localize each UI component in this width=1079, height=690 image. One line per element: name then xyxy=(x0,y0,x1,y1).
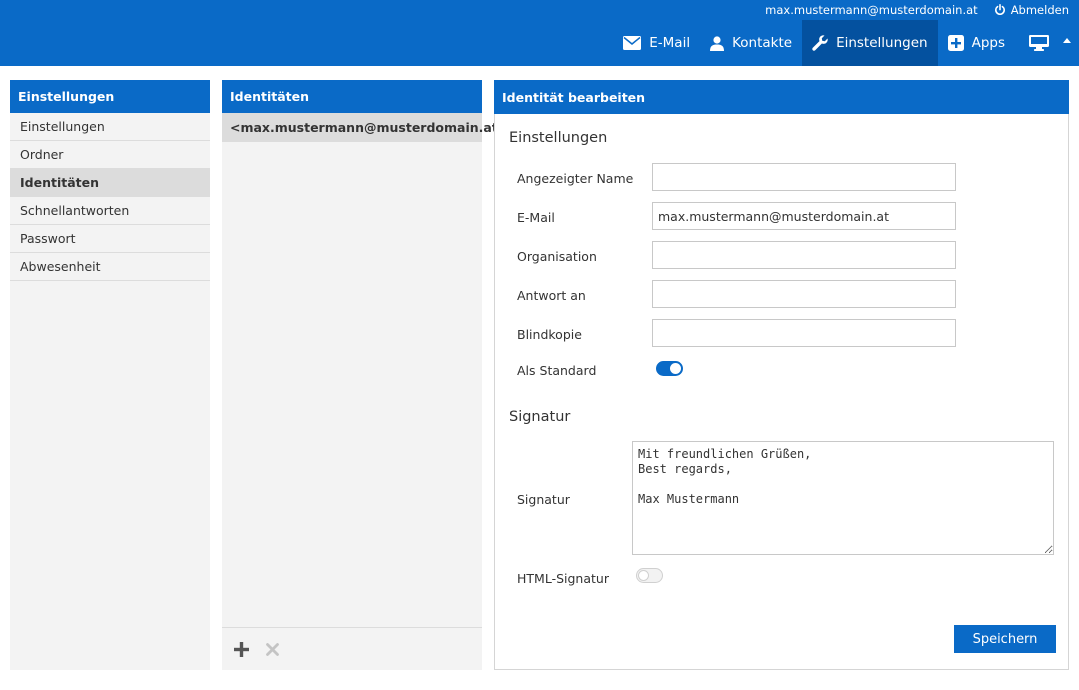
settings-sidebar: Einstellungen Einstellungen Ordner Ident… xyxy=(10,80,210,670)
settings-sidebar-title: Einstellungen xyxy=(10,80,210,113)
bcc-input[interactable] xyxy=(652,319,956,347)
logout-label: Abmelden xyxy=(1010,3,1069,17)
envelope-icon xyxy=(623,36,642,50)
nav-settings-label: Einstellungen xyxy=(836,35,928,51)
delete-identity-button[interactable] xyxy=(261,638,283,660)
bcc-label: Blindkopie xyxy=(517,327,582,342)
signature-label: Signatur xyxy=(517,492,570,507)
reply-to-label: Antwort an xyxy=(517,288,586,303)
signature-textarea[interactable]: Mit freundlichen Grüßen, Best regards, M… xyxy=(632,441,1054,555)
sidebar-item-identities[interactable]: Identitäten xyxy=(10,169,210,197)
nav-settings[interactable]: Einstellungen xyxy=(802,20,938,66)
identity-list-item[interactable]: <max.mustermann@musterdomain.at> xyxy=(222,113,508,142)
default-toggle[interactable] xyxy=(656,361,683,376)
nav-contacts-label: Kontakte xyxy=(732,35,793,51)
signature-section-title: Signatur xyxy=(509,409,571,425)
organization-label: Organisation xyxy=(517,249,597,264)
sidebar-item-responses[interactable]: Schnellantworten xyxy=(10,197,210,225)
sidebar-item-password[interactable]: Passwort xyxy=(10,225,210,253)
plus-icon xyxy=(233,641,249,657)
nav-screen-menu[interactable] xyxy=(1015,20,1079,66)
sidebar-item-vacation[interactable]: Abwesenheit xyxy=(10,253,210,281)
html-signature-label: HTML-Signatur xyxy=(517,571,609,586)
nav-email[interactable]: E-Mail xyxy=(613,20,700,66)
display-name-input[interactable] xyxy=(652,163,956,191)
nav-contacts[interactable]: Kontakte xyxy=(700,20,802,66)
user-email: max.mustermann@musterdomain.at xyxy=(765,3,978,17)
power-icon xyxy=(994,4,1005,15)
nav-apps-label: Apps xyxy=(971,35,1005,51)
default-label: Als Standard xyxy=(517,363,597,378)
default-toggle-knob xyxy=(670,363,681,374)
display-name-label: Angezeigter Name xyxy=(517,171,634,186)
edit-identity-title: Identität bearbeiten xyxy=(494,80,1069,114)
chevron-up-icon xyxy=(1063,37,1071,43)
top-header: max.mustermann@musterdomain.at Abmelden … xyxy=(0,0,1079,66)
sidebar-item-folders[interactable]: Ordner xyxy=(10,141,210,169)
add-identity-button[interactable] xyxy=(230,638,252,660)
html-signature-toggle-knob xyxy=(638,570,649,581)
user-bar: max.mustermann@musterdomain.at Abmelden xyxy=(765,2,1069,18)
wrench-icon xyxy=(812,35,828,51)
identities-list-footer xyxy=(222,627,482,670)
save-button[interactable]: Speichern xyxy=(954,625,1056,653)
nav-apps[interactable]: Apps xyxy=(938,20,1015,66)
person-icon xyxy=(710,35,725,51)
edit-identity-panel: Identität bearbeiten Einstellungen Angez… xyxy=(494,80,1069,670)
main-nav: E-Mail Kontakte Einstellungen Apps xyxy=(613,20,1079,66)
logout-button[interactable]: Abmelden xyxy=(994,3,1069,17)
close-icon xyxy=(265,642,279,656)
identities-list-title: Identitäten xyxy=(222,80,482,113)
html-signature-toggle[interactable] xyxy=(636,568,663,583)
identities-list-panel: Identitäten <max.mustermann@musterdomain… xyxy=(222,80,508,670)
plus-square-icon xyxy=(947,35,964,51)
sidebar-item-preferences[interactable]: Einstellungen xyxy=(10,113,210,141)
nav-email-label: E-Mail xyxy=(649,35,691,51)
settings-section-title: Einstellungen xyxy=(509,130,608,146)
organization-input[interactable] xyxy=(652,241,956,269)
reply-to-input[interactable] xyxy=(652,280,956,308)
email-label: E-Mail xyxy=(517,210,555,225)
email-input[interactable] xyxy=(652,202,956,230)
monitor-icon xyxy=(1029,35,1049,51)
